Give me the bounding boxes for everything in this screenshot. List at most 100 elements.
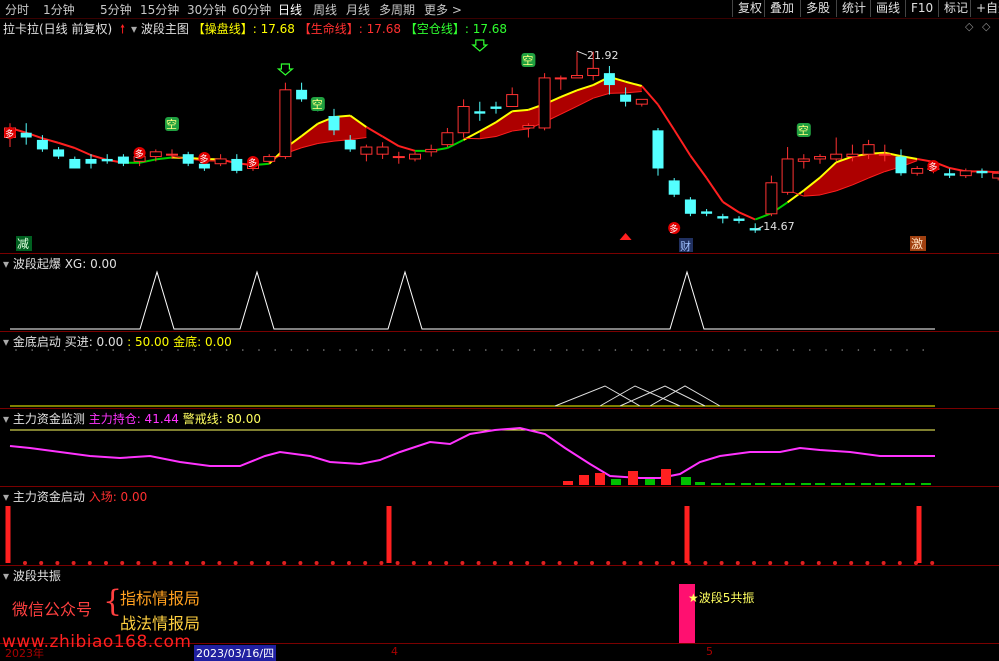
entry-dot (833, 561, 837, 565)
dotted-grid-point (274, 349, 276, 351)
dotted-grid-point (712, 349, 714, 351)
entry-dot (817, 561, 821, 565)
fund-bar (875, 483, 885, 485)
candle-body-up (847, 154, 858, 156)
dotted-grid-point (825, 349, 827, 351)
entry-dot (898, 561, 902, 565)
candle-body-up (555, 78, 566, 79)
entry-dot (930, 561, 934, 565)
entry-dot (185, 561, 189, 565)
candle-body-up (150, 152, 161, 157)
entry-dot (104, 561, 108, 565)
dotted-grid-point (96, 349, 98, 351)
candle-body-up (507, 95, 518, 107)
dotted-grid-point (64, 349, 66, 351)
duo-signal-text: 多 (135, 148, 144, 160)
entry-dot (266, 561, 270, 565)
dotted-grid-point (647, 349, 649, 351)
dotted-grid-point (517, 349, 519, 351)
candle-body-down (474, 111, 485, 113)
candle-body-down (37, 140, 48, 150)
dotted-grid-point (15, 349, 17, 351)
entry-dot (250, 561, 254, 565)
high-price-label: 21.92 (587, 49, 619, 62)
fund-bar (891, 483, 901, 485)
dotted-grid-point (453, 349, 455, 351)
candle-body-down (717, 216, 728, 218)
dotted-grid-point (291, 349, 293, 351)
entry-dot (671, 561, 675, 565)
candle-body-down (21, 133, 32, 138)
entry-dot (201, 561, 205, 565)
candle-body-up (523, 126, 534, 128)
dotted-grid-point (388, 349, 390, 351)
candle-body-down (329, 116, 340, 130)
entry-dot (120, 561, 124, 565)
entry-dot (396, 561, 400, 565)
dotted-grid-point (210, 349, 212, 351)
fund-bar (905, 483, 915, 485)
entry-dot (703, 561, 707, 565)
entry-dot (88, 561, 92, 565)
dotted-grid-point (890, 349, 892, 351)
entry-dot (169, 561, 173, 565)
candle-body-down (345, 140, 356, 150)
fund-bar (771, 483, 781, 485)
entry-bar (387, 506, 392, 563)
fund-bar (755, 483, 765, 485)
fund-bar (725, 483, 735, 485)
dotted-grid-point (631, 349, 633, 351)
fund-bar (711, 483, 721, 485)
chart-canvas[interactable]: 21.9214.67多多多多多多空空空空减激财 (0, 0, 999, 660)
fund-bar (595, 473, 605, 485)
fund-bar (681, 477, 691, 485)
candle-body-up (636, 99, 647, 104)
candle-body-up (458, 107, 469, 133)
candle-body-up (863, 145, 874, 155)
fund-bar (579, 475, 589, 485)
candle-body-down (653, 130, 664, 168)
fund-bar (645, 479, 655, 485)
dotted-grid-point (615, 349, 617, 351)
high-pointer (577, 51, 587, 55)
wechat-label: 微信公众号 (12, 596, 92, 620)
dotted-grid-point (469, 349, 471, 351)
candle-body-down (183, 154, 194, 164)
candle-body-down (620, 95, 631, 102)
duo-signal-text: 多 (199, 153, 208, 165)
candle-body-down (491, 107, 502, 109)
entry-dot (574, 561, 578, 565)
fund-bar (695, 482, 705, 485)
dotted-grid-point (129, 349, 131, 351)
entry-dot (752, 561, 756, 565)
axis-date-cursor: 2023/03/16/四 (194, 645, 276, 661)
ma-line-segment (723, 202, 739, 212)
resonance-label: ★波段5共振 (688, 589, 754, 606)
fund-bar (815, 483, 825, 485)
fund-bar (563, 481, 573, 485)
dotted-grid-point (841, 349, 843, 351)
axis-year: 2023年 (5, 645, 44, 661)
dotted-grid-point (566, 349, 568, 351)
ma-line-segment (366, 127, 382, 137)
entry-dot (379, 561, 383, 565)
ma-line-segment (674, 130, 690, 156)
entry-bar (685, 506, 690, 563)
candle-body-down (231, 159, 242, 171)
candle-body-down (685, 199, 696, 213)
dotted-grid-point (728, 349, 730, 351)
entry-dot (412, 561, 416, 565)
xg-signal-line (10, 272, 935, 329)
dotted-grid-point (874, 349, 876, 351)
entry-dot (460, 561, 464, 565)
dotted-grid-point (258, 349, 260, 351)
candle-body-up (361, 147, 372, 154)
candle-body-down (977, 171, 988, 173)
entry-dot (39, 561, 43, 565)
candle-body-up (782, 159, 793, 192)
fund-bar (801, 483, 811, 485)
dotted-grid-point (177, 349, 179, 351)
candle-body-down (86, 159, 97, 164)
dotted-grid-point (760, 349, 762, 351)
candle-body-up (815, 157, 826, 159)
